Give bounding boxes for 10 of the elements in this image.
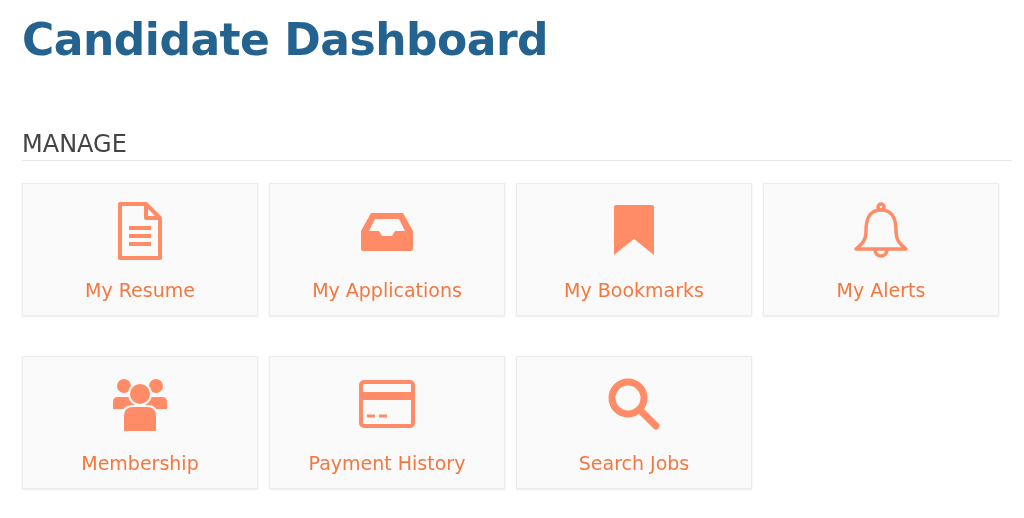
dashboard-tile[interactable]: Search Jobs (516, 356, 752, 489)
section-heading: MANAGE (22, 130, 127, 158)
dashboard-tile[interactable]: My Resume (22, 183, 258, 316)
dashboard-tile[interactable]: My Applications (269, 183, 505, 316)
dashboard-tile[interactable]: Payment History (269, 356, 505, 489)
dashboard-tile[interactable]: Membership (22, 356, 258, 489)
bell-icon (851, 201, 911, 261)
dashboard-tile[interactable]: My Alerts (763, 183, 999, 316)
dashboard-tile[interactable]: My Bookmarks (516, 183, 752, 316)
page-title: Candidate Dashboard (22, 13, 550, 67)
